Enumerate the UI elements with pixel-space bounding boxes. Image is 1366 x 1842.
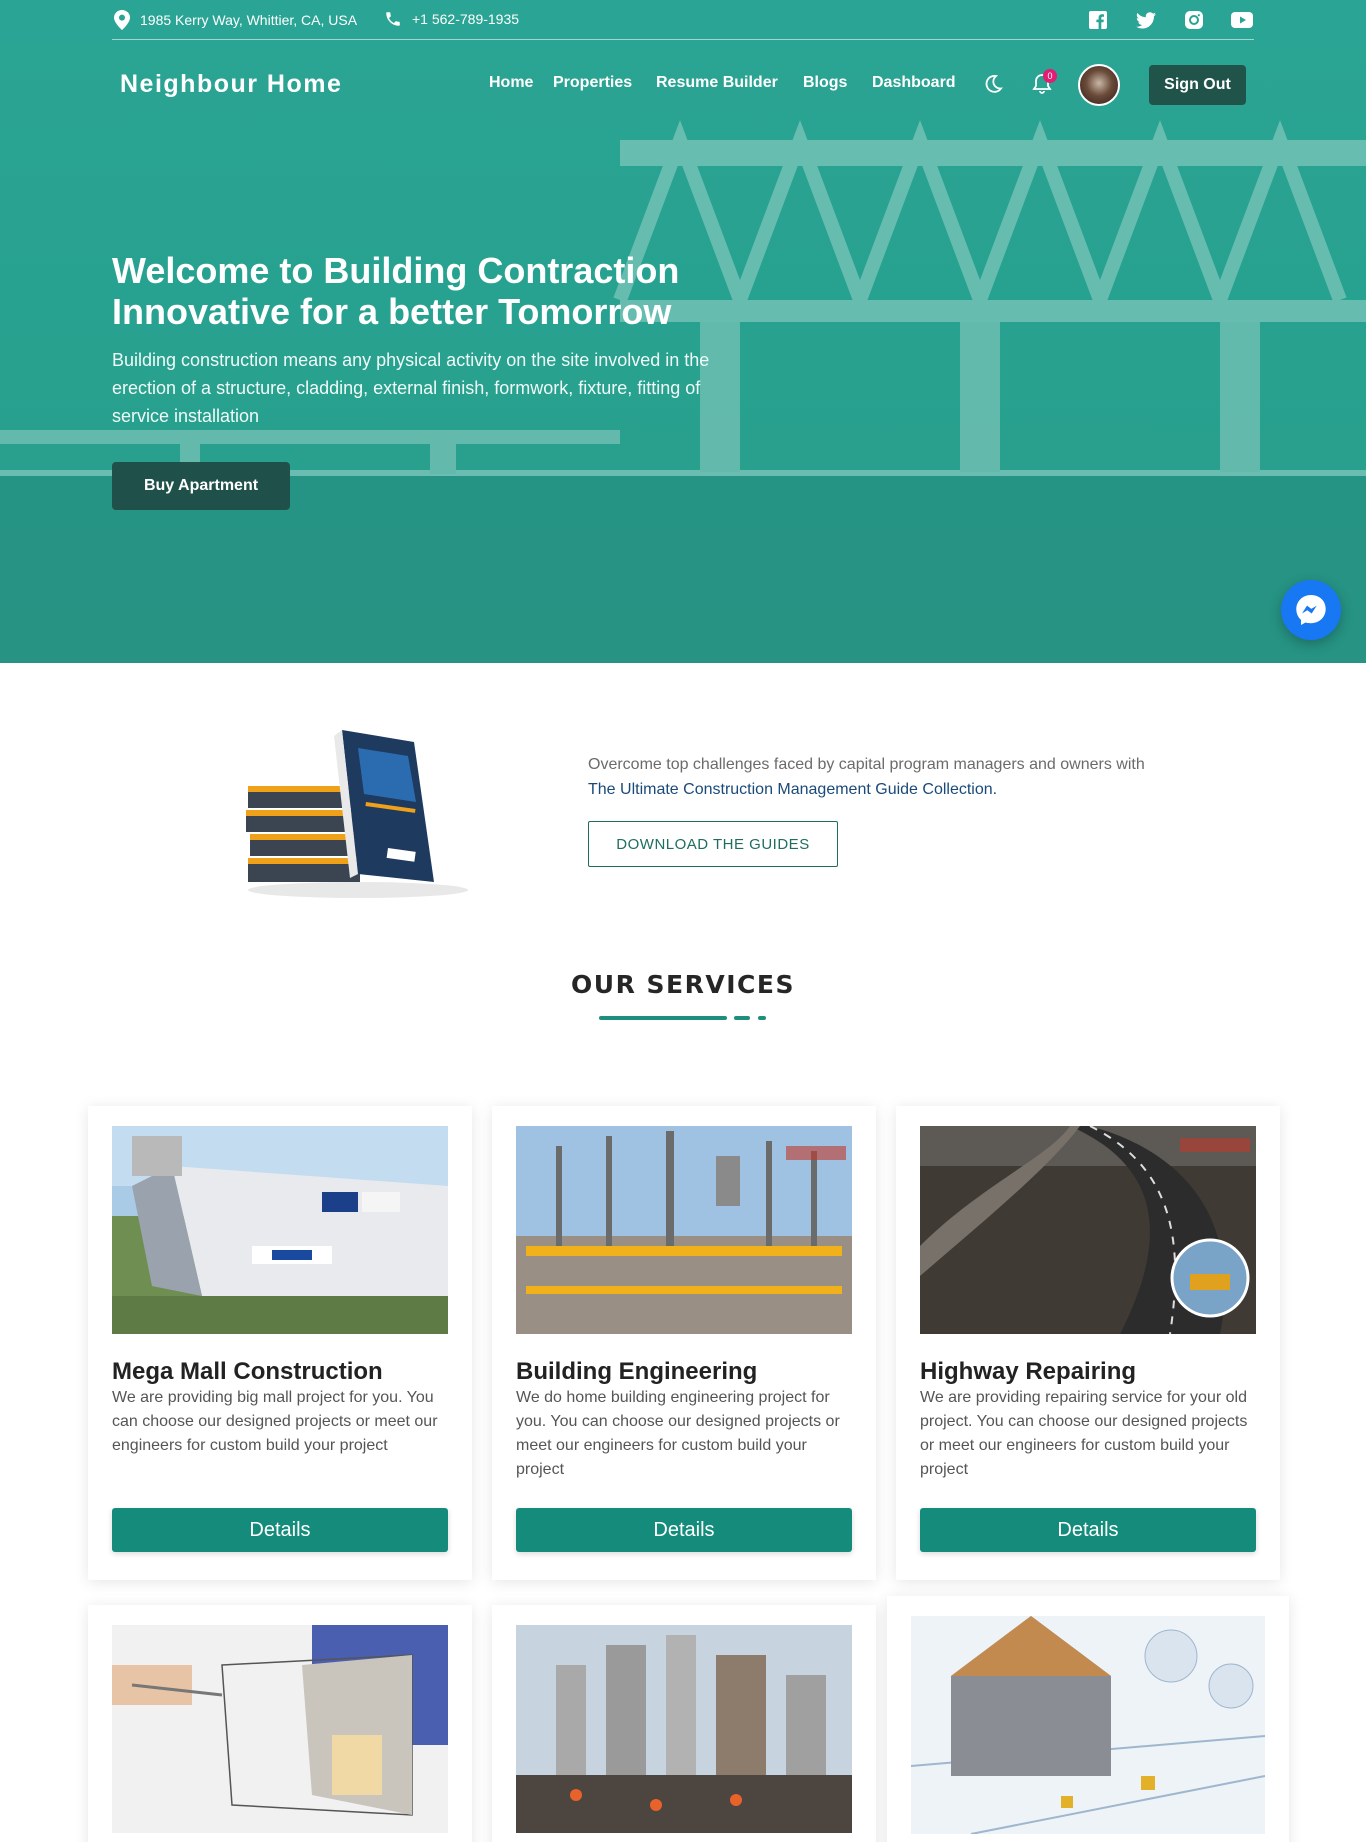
details-button[interactable]: Details <box>516 1508 852 1552</box>
location-pin-icon <box>114 10 130 30</box>
title-underline-dot <box>758 1016 766 1020</box>
service-card-highway-repairing: Highway Repairing We are providing repai… <box>896 1106 1280 1580</box>
phone-text: +1 562-789-1935 <box>412 11 520 27</box>
buy-apartment-button[interactable]: Buy Apartment <box>112 462 290 510</box>
details-button[interactable]: Details <box>920 1508 1256 1552</box>
address-text: 1985 Kerry Way, Whittier, CA, USA <box>140 12 358 28</box>
service-card-home-building <box>887 1596 1289 1842</box>
nav-home[interactable]: Home <box>489 74 533 92</box>
title-underline-dash <box>734 1016 750 1020</box>
card-title: Mega Mall Construction <box>112 1358 383 1385</box>
moon-icon[interactable] <box>981 72 1005 96</box>
architecture-sketch-image <box>112 1625 448 1833</box>
service-card-mega-mall: Mega Mall Construction We are providing … <box>88 1106 472 1580</box>
guide-intro: Overcome top challenges faced by capital… <box>588 756 1145 773</box>
card-title: Highway Repairing <box>920 1358 1137 1385</box>
guide-collection-link[interactable]: The Ultimate Construction Management Gui… <box>588 781 997 798</box>
hero-title: Welcome to Building Contraction Innovati… <box>112 250 680 332</box>
address-item: 1985 Kerry Way, Whittier, CA, USA <box>114 10 357 30</box>
service-card-building-engineering: Building Engineering We do home building… <box>492 1106 876 1580</box>
guide-text: Overcome top challenges faced by capital… <box>588 752 1208 802</box>
notification-badge: 0 <box>1043 69 1057 83</box>
phone-item: +1 562-789-1935 <box>384 10 519 28</box>
twitter-icon[interactable] <box>1135 9 1157 31</box>
instagram-icon[interactable] <box>1183 9 1205 31</box>
brand-logo[interactable]: Neighbour Home <box>120 70 342 99</box>
phone-icon <box>386 12 400 26</box>
hero-description: Building construction means any physical… <box>112 350 710 426</box>
user-avatar[interactable] <box>1078 64 1120 106</box>
nav-properties[interactable]: Properties <box>553 74 632 92</box>
card-description: We are providing big mall project for yo… <box>112 1389 438 1454</box>
highrise-construction-image <box>516 1625 852 1833</box>
youtube-icon[interactable] <box>1231 9 1253 31</box>
details-button[interactable]: Details <box>112 1508 448 1552</box>
service-card-architecture <box>88 1605 472 1842</box>
card-description: We do home building engineering project … <box>516 1389 840 1478</box>
mega-mall-image <box>112 1126 448 1334</box>
highway-repairing-image <box>920 1126 1256 1334</box>
hero-section: 1985 Kerry Way, Whittier, CA, USA +1 562… <box>0 0 1366 663</box>
card-description: We are providing repairing service for y… <box>920 1389 1248 1478</box>
title-underline <box>599 1016 727 1020</box>
building-engineering-image <box>516 1126 852 1334</box>
nav-resume-builder[interactable]: Resume Builder <box>656 74 778 92</box>
facebook-icon[interactable] <box>1087 9 1109 31</box>
services-title: OUR SERVICES <box>571 970 795 999</box>
card-title: Building Engineering <box>516 1358 758 1385</box>
download-guides-button[interactable]: DOWNLOAD THE GUIDES <box>588 821 838 867</box>
messenger-chat-button[interactable] <box>1281 580 1341 640</box>
sign-out-button[interactable]: Sign Out <box>1149 65 1246 105</box>
guide-books-image <box>246 730 468 898</box>
messenger-icon <box>1296 595 1326 625</box>
nav-blogs[interactable]: Blogs <box>803 74 847 92</box>
top-contact-bar: 1985 Kerry Way, Whittier, CA, USA +1 562… <box>112 0 1254 40</box>
service-card-highrise <box>492 1605 876 1842</box>
nav-dashboard[interactable]: Dashboard <box>872 74 956 92</box>
home-building-image <box>911 1616 1265 1834</box>
